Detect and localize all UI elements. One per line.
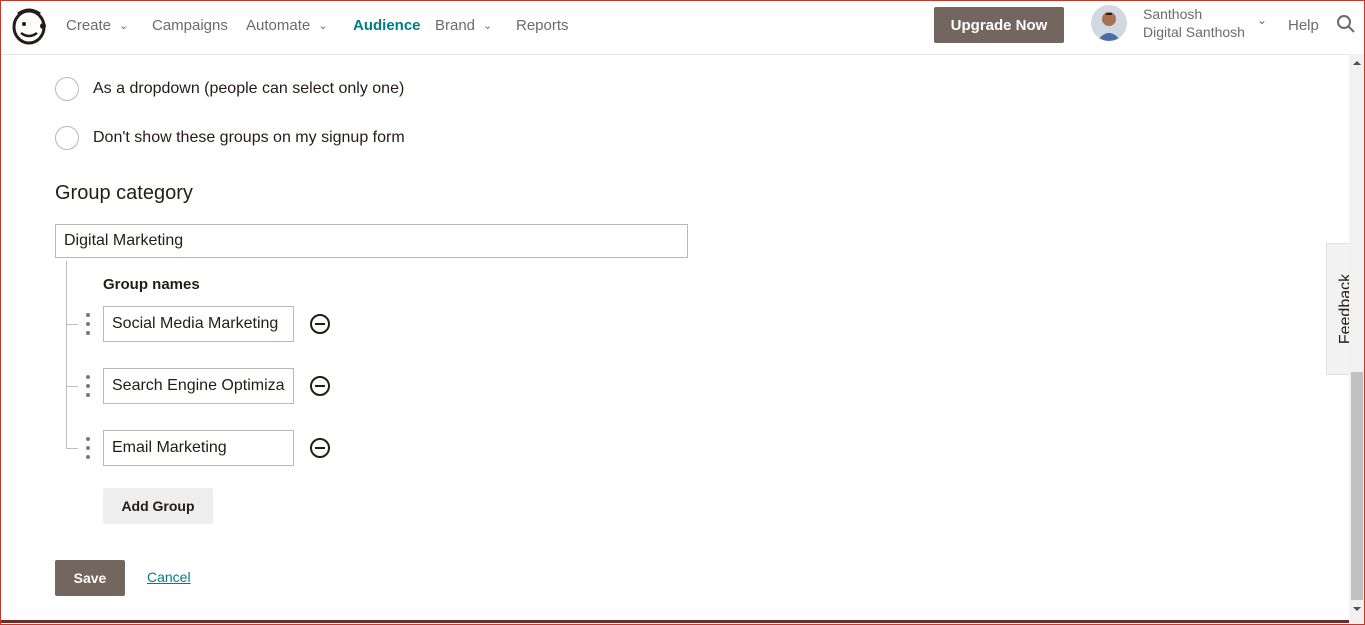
remove-circle-icon[interactable]	[309, 375, 331, 397]
option-dropdown-label: As a dropdown (people can select only on…	[93, 80, 405, 97]
chevron-down-icon[interactable]: ⌄	[1257, 13, 1267, 27]
nav-automate[interactable]: Automate ⌄	[246, 17, 327, 34]
save-button[interactable]: Save	[55, 560, 125, 596]
remove-circle-icon[interactable]	[309, 313, 331, 335]
nav-audience-label: Audience	[353, 17, 421, 34]
scroll-up-arrow-icon[interactable]	[1352, 58, 1362, 68]
nav-create[interactable]: Create ⌄	[66, 17, 128, 34]
add-group-button[interactable]: Add Group	[103, 488, 213, 524]
nav-automate-label: Automate	[246, 17, 311, 34]
nav-brand-label: Brand	[435, 17, 476, 34]
option-hide-groups-label: Don't show these groups on my signup for…	[93, 129, 405, 146]
nav-audience[interactable]: Audience	[353, 17, 421, 34]
option-dropdown[interactable]: As a dropdown (people can select only on…	[55, 77, 404, 101]
nav-reports[interactable]: Reports	[516, 17, 569, 34]
bottom-edge-bar	[0, 620, 1349, 623]
group-name-input[interactable]	[103, 368, 294, 404]
user-name[interactable]: Santhosh	[1143, 6, 1202, 22]
remove-circle-icon[interactable]	[309, 437, 331, 459]
tree-connector	[66, 448, 78, 449]
mailchimp-logo-icon[interactable]	[10, 6, 48, 46]
group-category-input[interactable]	[55, 224, 688, 258]
group-category-title: Group category	[55, 182, 193, 204]
group-name-input[interactable]	[103, 306, 294, 342]
chevron-down-icon: ⌄	[483, 20, 493, 32]
nav-reports-label: Reports	[516, 17, 569, 34]
chevron-down-icon: ⌄	[119, 20, 129, 32]
upgrade-now-button[interactable]: Upgrade Now	[934, 7, 1064, 43]
drag-handle-icon[interactable]	[84, 437, 92, 459]
nav-brand[interactable]: Brand ⌄	[435, 17, 492, 34]
tree-connector	[66, 386, 78, 387]
top-nav-bar: Create ⌄ Campaigns Automate ⌄ Audience B…	[0, 0, 1365, 55]
chevron-down-icon: ⌄	[318, 20, 328, 32]
nav-create-label: Create	[66, 17, 112, 34]
option-hide-groups[interactable]: Don't show these groups on my signup for…	[55, 126, 405, 150]
drag-handle-icon[interactable]	[84, 375, 92, 397]
scroll-down-arrow-icon[interactable]	[1352, 604, 1362, 614]
drag-handle-icon[interactable]	[84, 313, 92, 335]
user-org[interactable]: Digital Santhosh	[1143, 24, 1245, 40]
radio-button[interactable]	[55, 77, 79, 101]
tree-connector	[66, 324, 78, 325]
cancel-link[interactable]: Cancel	[147, 569, 191, 585]
search-icon[interactable]	[1336, 14, 1356, 34]
nav-campaigns-label: Campaigns	[152, 17, 228, 34]
tree-connector	[66, 261, 67, 449]
nav-campaigns[interactable]: Campaigns	[152, 17, 228, 34]
user-avatar[interactable]	[1091, 5, 1127, 41]
group-names-label: Group names	[103, 276, 200, 293]
radio-button[interactable]	[55, 126, 79, 150]
help-link[interactable]: Help	[1288, 17, 1319, 34]
group-name-input[interactable]	[103, 430, 294, 466]
scrollbar-thumb[interactable]	[1351, 372, 1363, 600]
